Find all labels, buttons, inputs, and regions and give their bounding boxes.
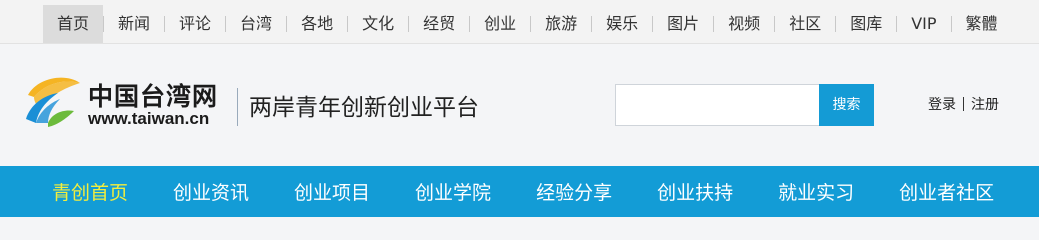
main-nav-item-startup-academy[interactable]: 创业学院 xyxy=(415,178,491,205)
main-nav-item-experience-sharing[interactable]: 经验分享 xyxy=(536,178,612,205)
main-nav: 青创首页 创业资讯 创业项目 创业学院 经验分享 创业扶持 就业实习 创业者社区 xyxy=(0,166,1039,217)
main-nav-item-home[interactable]: 青创首页 xyxy=(52,178,128,205)
logo-emblem-icon xyxy=(26,77,80,127)
top-nav-item-regions[interactable]: 各地 xyxy=(287,5,347,43)
logo-url: www.taiwan.cn xyxy=(88,109,210,128)
auth-separator xyxy=(963,97,964,111)
top-nav-item-traditional[interactable]: 繁體 xyxy=(952,5,1012,43)
top-nav-item-economy[interactable]: 经贸 xyxy=(409,5,469,43)
site-header: 中国台湾网 www.taiwan.cn 两岸青年创新创业平台 搜索 登录 注册 xyxy=(0,45,1039,166)
top-nav-item-community[interactable]: 社区 xyxy=(775,5,835,43)
register-link[interactable]: 注册 xyxy=(971,94,999,114)
main-nav-list: 青创首页 创业资讯 创业项目 创业学院 经验分享 创业扶持 就业实习 创业者社区 xyxy=(0,166,1039,217)
top-nav-item-taiwan[interactable]: 台湾 xyxy=(226,5,286,43)
top-nav-item-vip[interactable]: VIP xyxy=(897,5,950,43)
main-nav-item-internships[interactable]: 就业实习 xyxy=(778,178,854,205)
top-nav-item-news[interactable]: 新闻 xyxy=(104,5,164,43)
top-nav-item-travel[interactable]: 旅游 xyxy=(531,5,591,43)
top-nav-item-culture[interactable]: 文化 xyxy=(348,5,408,43)
login-link[interactable]: 登录 xyxy=(928,94,956,114)
top-nav-item-home[interactable]: 首页 xyxy=(43,5,104,43)
main-nav-item-entrepreneur-community[interactable]: 创业者社区 xyxy=(899,178,994,205)
main-nav-item-startup-projects[interactable]: 创业项目 xyxy=(294,178,370,205)
top-nav: 首页 新闻 评论 台湾 各地 文化 经贸 创业 旅游 娱乐 图片 视频 社区 图… xyxy=(0,0,1039,44)
auth-links: 登录 注册 xyxy=(928,94,999,114)
site-slogan: 两岸青年创新创业平台 xyxy=(249,95,479,121)
top-nav-item-startup[interactable]: 创业 xyxy=(470,5,530,43)
site-logo[interactable]: 中国台湾网 www.taiwan.cn xyxy=(24,75,229,135)
search-input[interactable] xyxy=(615,84,820,126)
top-nav-item-entertainment[interactable]: 娱乐 xyxy=(592,5,652,43)
main-nav-item-startup-news[interactable]: 创业资讯 xyxy=(173,178,249,205)
header-divider xyxy=(237,88,238,126)
top-nav-item-gallery[interactable]: 图库 xyxy=(836,5,896,43)
page-body-top xyxy=(0,217,1039,230)
top-nav-item-pictures[interactable]: 图片 xyxy=(653,5,713,43)
top-nav-item-commentary[interactable]: 评论 xyxy=(165,5,225,43)
logo-name: 中国台湾网 xyxy=(88,82,219,111)
top-nav-item-video[interactable]: 视频 xyxy=(714,5,774,43)
top-nav-list: 首页 新闻 评论 台湾 各地 文化 经贸 创业 旅游 娱乐 图片 视频 社区 图… xyxy=(43,5,1012,43)
search-button[interactable]: 搜索 xyxy=(819,84,874,126)
main-nav-item-startup-support[interactable]: 创业扶持 xyxy=(657,178,733,205)
